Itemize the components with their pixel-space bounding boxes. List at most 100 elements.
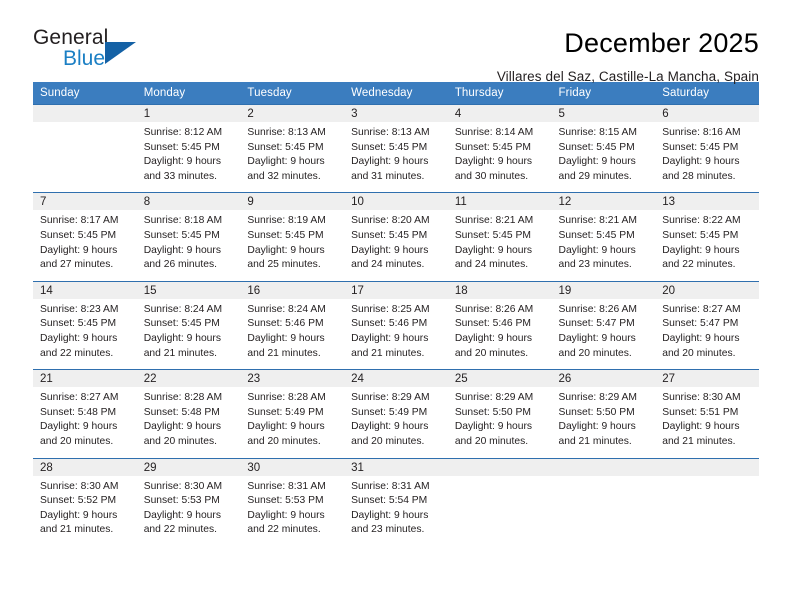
daylight-line-1: Daylight: 9 hours xyxy=(351,509,429,521)
day-details: Sunrise: 8:26 AM Sunset: 5:47 PM Daylight:… xyxy=(552,299,656,369)
day-details: Sunrise: 8:20 AM Sunset: 5:45 PM Daylight:… xyxy=(344,210,448,280)
calendar-day-cell[interactable]: 23 Sunrise: 8:28 AM Sunset: 5:49 PM Dayligh… xyxy=(240,369,345,458)
calendar-day-cell[interactable]: 27 Sunrise: 8:30 AM Sunset: 5:51 PM Dayligh… xyxy=(655,369,759,458)
sunset-time: Sunset: 5:47 PM xyxy=(558,318,635,330)
daylight-line-1: Daylight: 9 hours xyxy=(40,332,118,344)
calendar-day-cell[interactable]: 28 Sunrise: 8:30 AM Sunset: 5:52 PM Dayligh… xyxy=(33,457,137,546)
day-number: 22 xyxy=(136,370,241,388)
day-details: Sunrise: 8:21 AM Sunset: 5:45 PM Daylight:… xyxy=(448,210,552,280)
sunset-time: Sunset: 5:45 PM xyxy=(662,229,739,241)
calendar-day-cell[interactable]: 26 Sunrise: 8:29 AM Sunset: 5:50 PM Dayligh… xyxy=(551,369,656,458)
calendar-day-cell[interactable]: 6 Sunrise: 8:16 AM Sunset: 5:45 PM Daylight… xyxy=(655,103,759,193)
day-details: Sunrise: 8:25 AM Sunset: 5:46 PM Daylight:… xyxy=(344,299,448,369)
daylight-line-2: and 20 minutes. xyxy=(351,435,425,447)
sunrise-time: Sunrise: 8:28 AM xyxy=(143,392,223,404)
daylight-line-1: Daylight: 9 hours xyxy=(454,244,533,256)
calendar-day-cell[interactable]: 29 Sunrise: 8:30 AM Sunset: 5:53 PM Dayligh… xyxy=(136,457,241,546)
daylight-line-1: Daylight: 9 hours xyxy=(662,421,740,433)
day-details: Sunrise: 8:28 AM Sunset: 5:48 PM Daylight:… xyxy=(137,387,241,457)
day-number: 24 xyxy=(344,370,448,388)
day-number: 28 xyxy=(33,458,137,476)
calendar-day-cell[interactable]: 16 Sunrise: 8:24 AM Sunset: 5:46 PM Dayligh… xyxy=(240,280,345,370)
calendar-day-cell[interactable]: 10 Sunrise: 8:20 AM Sunset: 5:45 PM Dayligh… xyxy=(344,192,448,282)
calendar-day-cell[interactable]: 18 Sunrise: 8:26 AM Sunset: 5:46 PM Dayligh… xyxy=(447,280,552,370)
daylight-line-2: and 22 minutes. xyxy=(247,524,321,536)
calendar-day-cell[interactable]: 21 Sunrise: 8:27 AM Sunset: 5:48 PM Dayligh… xyxy=(33,369,137,458)
day-number: 13 xyxy=(655,193,759,211)
daylight-line-2: and 25 minutes. xyxy=(247,259,321,271)
calendar-day-cell[interactable]: 31 Sunrise: 8:31 AM Sunset: 5:54 PM Dayligh… xyxy=(344,457,448,546)
calendar-day-cell[interactable]: 25 Sunrise: 8:29 AM Sunset: 5:50 PM Dayligh… xyxy=(447,369,552,458)
calendar-day-cell[interactable]: 12 Sunrise: 8:21 AM Sunset: 5:45 PM Dayligh… xyxy=(551,192,656,282)
calendar-day-cell[interactable]: 19 Sunrise: 8:26 AM Sunset: 5:47 PM Dayligh… xyxy=(551,280,656,370)
day-details: Sunrise: 8:24 AM Sunset: 5:46 PM Daylight:… xyxy=(240,299,344,369)
day-number: 6 xyxy=(655,105,759,122)
calendar-day-cell[interactable]: 2 Sunrise: 8:13 AM Sunset: 5:45 PM Daylight… xyxy=(240,103,345,193)
sunset-time: Sunset: 5:46 PM xyxy=(454,318,531,330)
sunrise-time: Sunrise: 8:29 AM xyxy=(558,392,637,404)
day-number: 5 xyxy=(551,105,656,122)
daylight-line-1: Daylight: 9 hours xyxy=(143,332,221,344)
sunset-time: Sunset: 5:45 PM xyxy=(454,141,531,153)
day-details: Sunrise: 8:28 AM Sunset: 5:49 PM Daylight:… xyxy=(240,387,344,457)
calendar-day-cell[interactable]: 7 Sunrise: 8:17 AM Sunset: 5:45 PM Daylight… xyxy=(33,192,137,282)
day-details: Sunrise: 8:21 AM Sunset: 5:45 PM Daylight:… xyxy=(552,210,656,280)
sunrise-time: Sunrise: 8:23 AM xyxy=(40,303,119,315)
daylight-line-1: Daylight: 9 hours xyxy=(351,332,429,344)
daylight-line-1: Daylight: 9 hours xyxy=(247,421,325,433)
day-number: 14 xyxy=(33,281,137,299)
day-number: 16 xyxy=(240,281,345,299)
day-details: Sunrise: 8:30 AM Sunset: 5:51 PM Daylight:… xyxy=(655,387,759,457)
calendar-day-cell[interactable]: 3 Sunrise: 8:13 AM Sunset: 5:45 PM Daylight… xyxy=(344,103,448,193)
day-details: Sunrise: 8:31 AM Sunset: 5:53 PM Daylight:… xyxy=(240,476,344,546)
daylight-line-1: Daylight: 9 hours xyxy=(351,421,429,433)
calendar-day-cell[interactable]: 5 Sunrise: 8:15 AM Sunset: 5:45 PM Daylight… xyxy=(551,103,656,193)
daylight-line-2: and 20 minutes. xyxy=(454,347,529,359)
daylight-line-1: Daylight: 9 hours xyxy=(351,244,429,256)
sunrise-time: Sunrise: 8:26 AM xyxy=(454,303,534,315)
sunset-time: Sunset: 5:45 PM xyxy=(143,318,220,330)
calendar-day-cell[interactable]: 24 Sunrise: 8:29 AM Sunset: 5:49 PM Dayligh… xyxy=(344,369,448,458)
calendar-day-cell-empty xyxy=(33,103,137,193)
sunset-time: Sunset: 5:48 PM xyxy=(143,406,220,418)
daylight-line-1: Daylight: 9 hours xyxy=(558,332,636,344)
sunset-time: Sunset: 5:50 PM xyxy=(558,406,635,418)
day-number: 30 xyxy=(240,458,345,476)
calendar-day-cell[interactable]: 17 Sunrise: 8:25 AM Sunset: 5:46 PM Dayligh… xyxy=(344,280,448,370)
daylight-line-2: and 21 minutes. xyxy=(558,435,632,447)
day-details xyxy=(552,476,656,542)
daylight-line-2: and 20 minutes. xyxy=(662,347,736,359)
calendar-day-cell[interactable]: 11 Sunrise: 8:21 AM Sunset: 5:45 PM Dayligh… xyxy=(447,192,552,282)
calendar-day-cell[interactable]: 30 Sunrise: 8:31 AM Sunset: 5:53 PM Dayligh… xyxy=(240,457,345,546)
sunrise-time: Sunrise: 8:28 AM xyxy=(247,392,326,404)
day-number xyxy=(33,105,137,122)
calendar-day-cell-empty xyxy=(551,457,656,546)
calendar-day-cell[interactable]: 1 Sunrise: 8:12 AM Sunset: 5:45 PM Daylight… xyxy=(136,103,241,193)
sunrise-time: Sunrise: 8:19 AM xyxy=(247,215,326,227)
daylight-line-1: Daylight: 9 hours xyxy=(143,244,221,256)
day-number: 25 xyxy=(447,370,552,388)
daylight-line-1: Daylight: 9 hours xyxy=(40,244,118,256)
calendar-day-cell[interactable]: 22 Sunrise: 8:28 AM Sunset: 5:48 PM Dayligh… xyxy=(136,369,241,458)
calendar-day-cell[interactable]: 20 Sunrise: 8:27 AM Sunset: 5:47 PM Dayligh… xyxy=(655,280,759,370)
sunrise-time: Sunrise: 8:25 AM xyxy=(351,303,430,315)
calendar-day-cell[interactable]: 8 Sunrise: 8:18 AM Sunset: 5:45 PM Daylight… xyxy=(136,192,241,282)
page-subtitle: Villares del Saz, Castille-La Mancha, Sp… xyxy=(496,69,759,84)
daylight-line-2: and 21 minutes. xyxy=(143,347,217,359)
calendar-day-cell[interactable]: 9 Sunrise: 8:19 AM Sunset: 5:45 PM Daylight… xyxy=(240,192,345,282)
daylight-line-2: and 21 minutes. xyxy=(351,347,425,359)
daylight-line-1: Daylight: 9 hours xyxy=(454,332,533,344)
day-number: 8 xyxy=(136,193,241,211)
sunset-time: Sunset: 5:45 PM xyxy=(351,141,428,153)
sunrise-time: Sunrise: 8:30 AM xyxy=(662,392,741,404)
logo-triangle-icon xyxy=(105,42,136,64)
calendar-day-cell[interactable]: 13 Sunrise: 8:22 AM Sunset: 5:45 PM Dayligh… xyxy=(655,192,759,282)
calendar-day-cell[interactable]: 15 Sunrise: 8:24 AM Sunset: 5:45 PM Dayligh… xyxy=(136,280,241,370)
page-title: December 2025 xyxy=(564,28,759,58)
calendar-day-cell[interactable]: 14 Sunrise: 8:23 AM Sunset: 5:45 PM Dayligh… xyxy=(33,280,137,370)
sunrise-time: Sunrise: 8:21 AM xyxy=(558,215,637,227)
day-number: 3 xyxy=(344,105,448,122)
calendar-day-cell[interactable]: 4 Sunrise: 8:14 AM Sunset: 5:45 PM Daylight… xyxy=(447,103,552,193)
sunrise-time: Sunrise: 8:29 AM xyxy=(454,392,534,404)
sunrise-time: Sunrise: 8:26 AM xyxy=(558,303,637,315)
